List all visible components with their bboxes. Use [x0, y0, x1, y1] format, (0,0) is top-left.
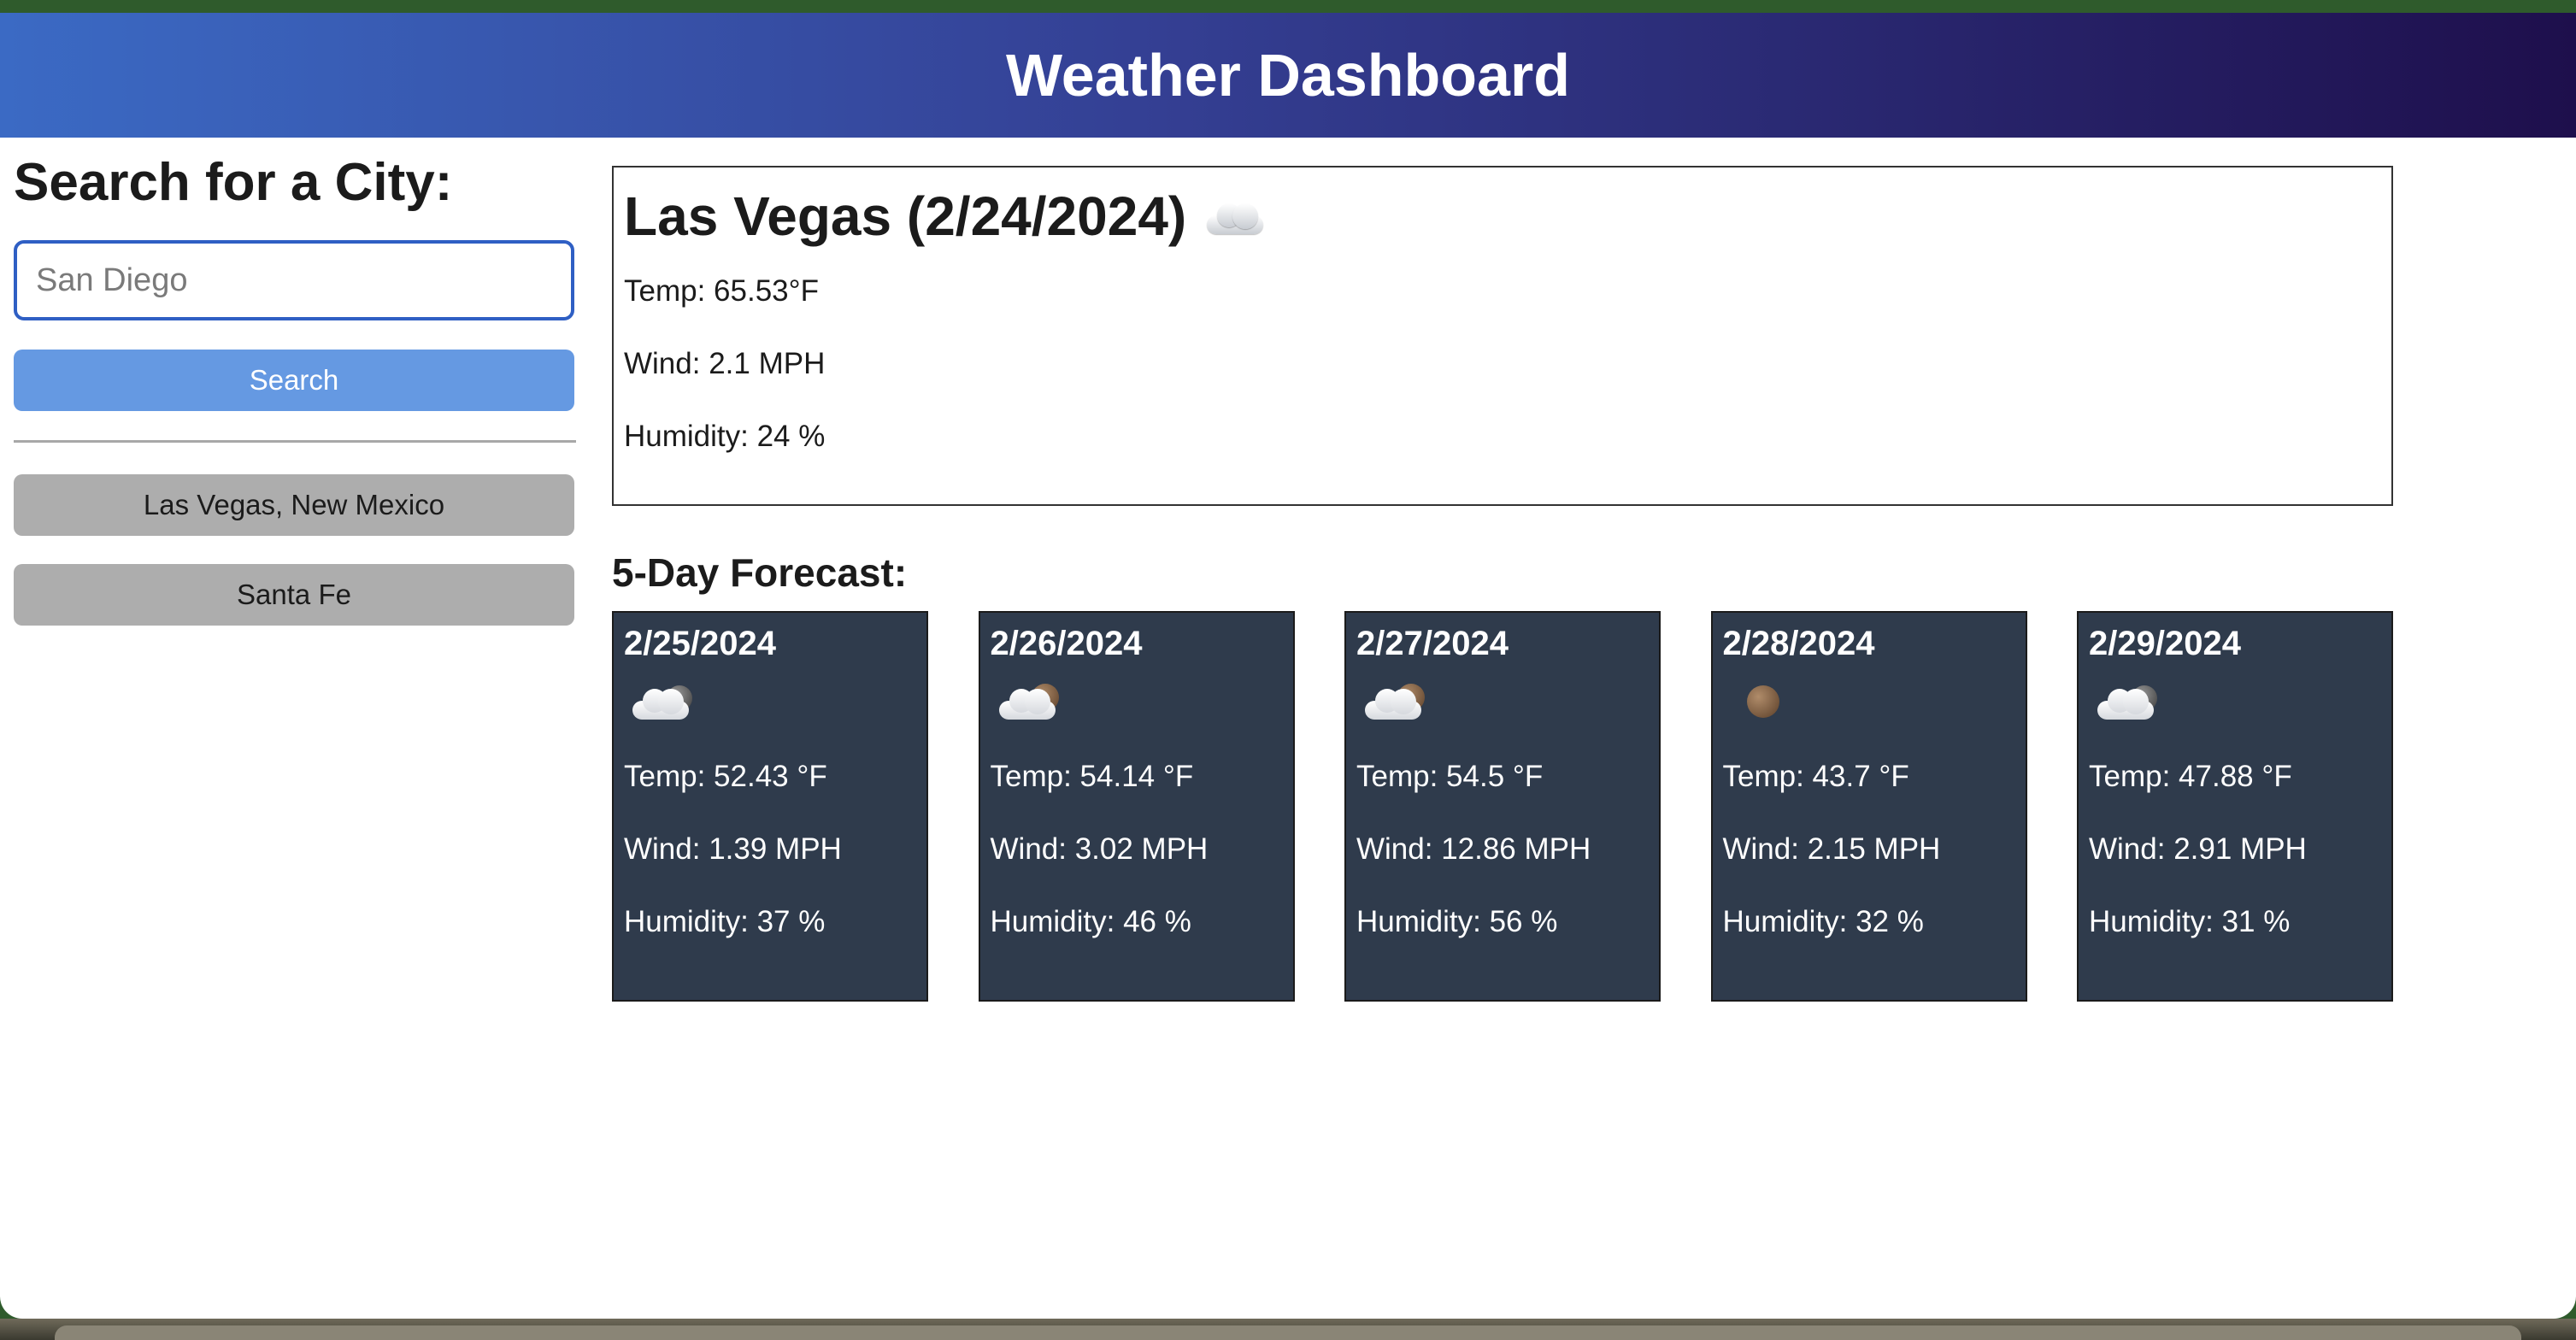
forecast-temp: Temp: 54.5 °F — [1356, 760, 1544, 793]
forecast-wind: Wind: 3.02 MPH — [990, 832, 1209, 866]
current-city-date: Las Vegas (2/24/2024) — [624, 185, 1187, 247]
divider — [14, 440, 576, 443]
forecast-humidity: Humidity: 37 % — [624, 905, 826, 938]
forecast-wind: Wind: 2.91 MPH — [2089, 832, 2307, 866]
search-history: Las Vegas, New Mexico Santa Fe — [14, 474, 574, 626]
forecast-card: 2/29/2024 Temp: 47.88 °F Wind: 2.91 MPH … — [2077, 611, 2393, 1002]
forecast-humidity: Humidity: 56 % — [1356, 905, 1558, 938]
forecast-wind: Wind: 12.86 MPH — [1356, 832, 1591, 866]
desktop-dock — [0, 1319, 2576, 1340]
page-title: Weather Dashboard — [1006, 42, 1570, 109]
forecast-date: 2/29/2024 — [2089, 625, 2241, 662]
forecast-card: 2/27/2024 Temp: 54.5 °F Wind: 12.86 MPH … — [1344, 611, 1661, 1002]
forecast-wind: Wind: 2.15 MPH — [1722, 832, 1941, 866]
current-wind: Wind: 2.1 MPH — [624, 347, 826, 380]
forecast-temp: Temp: 47.88 °F — [2089, 760, 2292, 793]
moon-icon — [1728, 679, 1797, 725]
forecast-humidity: Humidity: 46 % — [990, 905, 1191, 938]
cloud-moon-icon — [996, 679, 1064, 725]
current-temp: Temp: 65.53°F — [624, 274, 819, 308]
current-weather-title: Las Vegas (2/24/2024) — [624, 185, 2381, 248]
current-humidity: Humidity: 24 % — [624, 420, 826, 453]
browser-window: Weather Dashboard Search for a City: Sea… — [0, 13, 2576, 1319]
forecast-date: 2/28/2024 — [1722, 625, 1875, 662]
forecast-temp: Temp: 52.43 °F — [624, 760, 827, 793]
forecast-card: 2/25/2024 Temp: 52.43 °F Wind: 1.39 MPH … — [612, 611, 928, 1002]
current-weather-card: Las Vegas (2/24/2024) Temp: 65.53°F Wind… — [612, 166, 2393, 506]
history-item-las-vegas[interactable]: Las Vegas, New Mexico — [14, 474, 574, 536]
forecast-heading: 5-Day Forecast: — [612, 550, 908, 595]
history-item-santa-fe[interactable]: Santa Fe — [14, 564, 574, 626]
city-search-input[interactable] — [14, 240, 574, 320]
forecast-temp: Temp: 43.7 °F — [1722, 760, 1909, 793]
search-button[interactable]: Search — [14, 350, 574, 411]
forecast-card: 2/28/2024 Temp: 43.7 °F Wind: 2.15 MPH H… — [1710, 611, 2027, 1002]
forecast-humidity: Humidity: 32 % — [1722, 905, 1924, 938]
cloud-icon — [1203, 193, 1272, 239]
cloud-moon-icon — [629, 679, 697, 725]
forecast-humidity: Humidity: 31 % — [2089, 905, 2291, 938]
cloud-moon-icon — [1362, 679, 1430, 725]
forecast-row: 2/25/2024 Temp: 52.43 °F Wind: 1.39 MPH … — [612, 611, 2393, 1002]
forecast-wind: Wind: 1.39 MPH — [624, 832, 842, 866]
forecast-card: 2/26/2024 Temp: 54.14 °F Wind: 3.02 MPH … — [978, 611, 1295, 1002]
app-header: Weather Dashboard — [0, 13, 2576, 138]
forecast-temp: Temp: 54.14 °F — [990, 760, 1194, 793]
forecast-date: 2/26/2024 — [990, 625, 1143, 662]
forecast-date: 2/25/2024 — [624, 625, 776, 662]
dock-bar — [55, 1325, 2521, 1340]
cloud-moon-icon — [2094, 679, 2162, 725]
search-heading: Search for a City: — [14, 153, 453, 212]
search-sidebar: Search for a City: Search Las Vegas, New… — [14, 153, 576, 626]
forecast-date: 2/27/2024 — [1356, 625, 1509, 662]
